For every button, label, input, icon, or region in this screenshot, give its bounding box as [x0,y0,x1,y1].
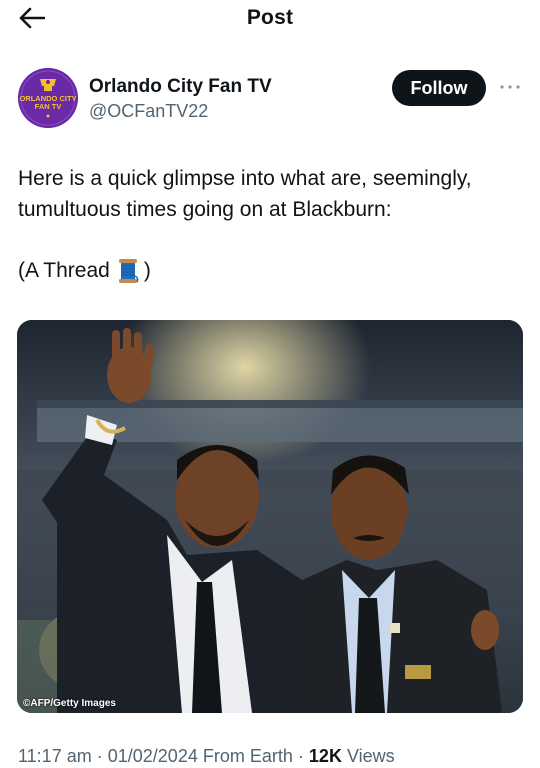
tweet-meta: 11:17 am · 01/02/2024 From Earth · 12K V… [18,746,395,767]
thread-suffix: ) [143,259,151,282]
views-count[interactable]: 12K [309,746,342,766]
avatar[interactable]: ORLANDO CITY FAN TV [18,68,78,128]
thread-line: (A Thread ) [18,255,528,286]
thread-prefix: (A Thread [18,259,110,282]
meta-separator-2: · [297,746,304,766]
top-bar: Post [0,0,540,42]
tweet-time[interactable]: 11:17 am [18,746,92,766]
meta-separator: · [96,746,103,766]
author-display-name[interactable]: Orlando City Fan TV [89,76,272,98]
tweet-text: Here is a quick glimpse into what are, s… [18,163,528,286]
tweet-line-1: Here is a quick glimpse into what are, s… [18,167,472,190]
thread-spool-icon [116,258,140,284]
avatar-text-bottom: FAN TV [35,102,62,111]
tweet-date[interactable]: 01/02/2024 [108,746,198,766]
tweet-source: From Earth [202,746,293,766]
views-label: Views [346,746,395,766]
page-title: Post [246,6,294,29]
more-options-button[interactable] [496,76,524,96]
photo-credit: ©AFP/Getty Images [23,698,116,709]
more-horizontal-icon [499,77,521,95]
tweet-line-2: tumultuous times going on at Blackburn: [18,198,392,221]
follow-button[interactable]: Follow [392,70,486,106]
tweet-photo[interactable]: ©AFP/Getty Images [17,320,523,713]
author-handle[interactable]: @OCFanTV22 [89,101,208,122]
author-row: ORLANDO CITY FAN TV Orlando City Fan TV … [18,68,524,130]
